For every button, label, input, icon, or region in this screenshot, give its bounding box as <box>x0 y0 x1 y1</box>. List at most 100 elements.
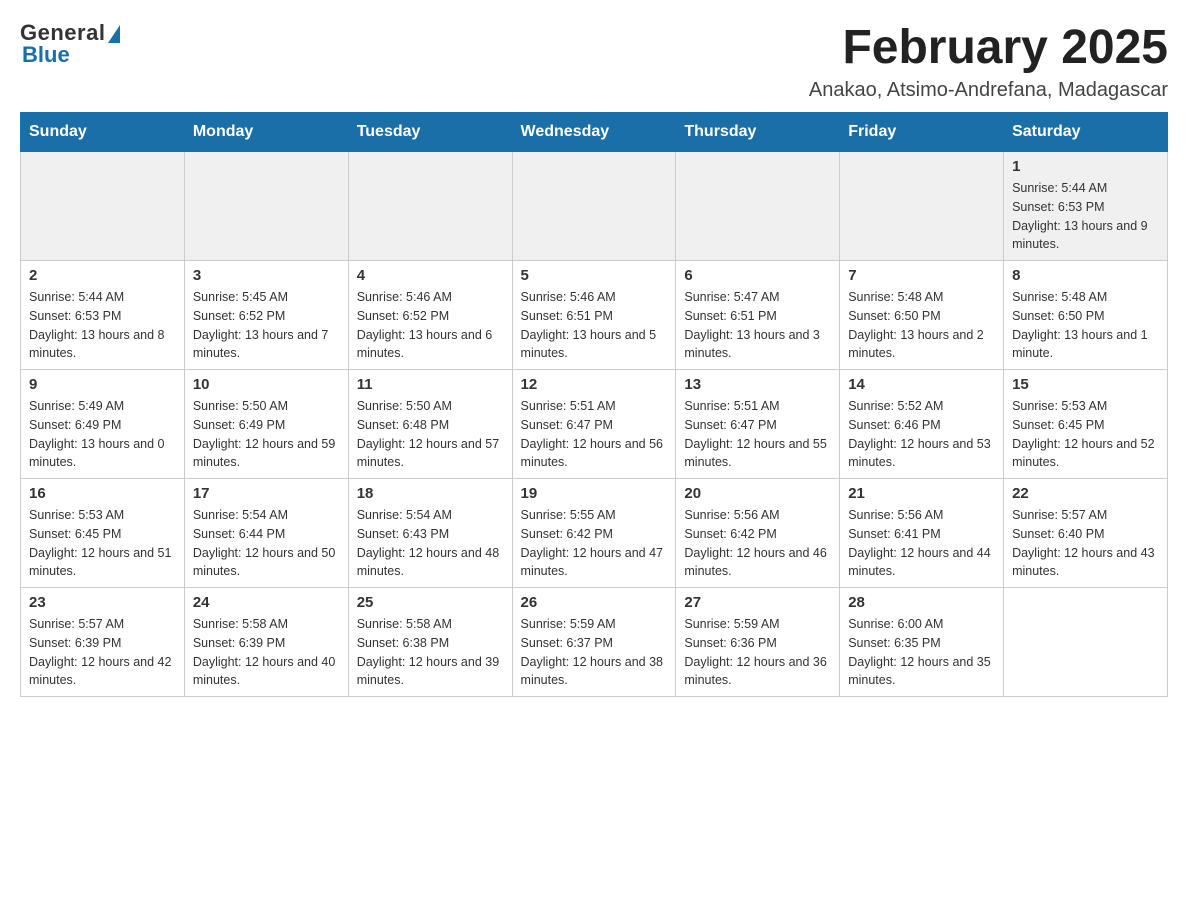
month-title: February 2025 <box>809 20 1168 75</box>
day-info: Sunrise: 5:54 AMSunset: 6:43 PMDaylight:… <box>357 506 504 581</box>
calendar-day-header: Tuesday <box>348 113 512 152</box>
calendar-cell: 18 Sunrise: 5:54 AMSunset: 6:43 PMDayligh… <box>348 479 512 588</box>
day-info: Sunrise: 5:50 AMSunset: 6:48 PMDaylight:… <box>357 397 504 472</box>
day-number: 5 <box>521 267 668 284</box>
day-info: Sunrise: 5:59 AMSunset: 6:37 PMDaylight:… <box>521 615 668 690</box>
calendar-cell: 10 Sunrise: 5:50 AMSunset: 6:49 PMDayligh… <box>184 370 348 479</box>
calendar-day-header: Monday <box>184 113 348 152</box>
calendar-day-header: Wednesday <box>512 113 676 152</box>
calendar-cell: 1 Sunrise: 5:44 AMSunset: 6:53 PMDaylight… <box>1004 152 1168 261</box>
day-number: 11 <box>357 376 504 393</box>
day-number: 8 <box>1012 267 1159 284</box>
calendar-cell: 19Sunrise: 5:55 AMSunset: 6:42 PMDayligh… <box>512 479 676 588</box>
day-info: Sunrise: 5:54 AMSunset: 6:44 PMDaylight:… <box>193 506 340 581</box>
day-number: 24 <box>193 594 340 611</box>
calendar-day-header: Thursday <box>676 113 840 152</box>
calendar-cell <box>512 152 676 261</box>
day-number: 9 <box>29 376 176 393</box>
day-info: Sunrise: 5:46 AMSunset: 6:51 PMDaylight:… <box>521 288 668 363</box>
calendar-week-row: 2 Sunrise: 5:44 AMSunset: 6:53 PMDaylight… <box>21 261 1168 370</box>
day-number: 17 <box>193 485 340 502</box>
day-number: 1 <box>1012 158 1159 175</box>
day-info: Sunrise: 5:51 AMSunset: 6:47 PMDaylight:… <box>521 397 668 472</box>
day-number: 3 <box>193 267 340 284</box>
day-number: 16 <box>29 485 176 502</box>
calendar-day-header: Sunday <box>21 113 185 152</box>
logo-triangle-icon <box>108 25 120 43</box>
calendar-cell: 15 Sunrise: 5:53 AMSunset: 6:45 PMDayligh… <box>1004 370 1168 479</box>
day-info: Sunrise: 5:57 AMSunset: 6:40 PMDaylight:… <box>1012 506 1159 581</box>
day-info: Sunrise: 5:53 AMSunset: 6:45 PMDaylight:… <box>1012 397 1159 472</box>
calendar-cell: 25Sunrise: 5:58 AMSunset: 6:38 PMDayligh… <box>348 588 512 697</box>
day-number: 14 <box>848 376 995 393</box>
calendar-cell: 12Sunrise: 5:51 AMSunset: 6:47 PMDayligh… <box>512 370 676 479</box>
day-info: Sunrise: 5:44 AMSunset: 6:53 PMDaylight:… <box>1012 179 1159 254</box>
day-number: 2 <box>29 267 176 284</box>
calendar-cell: 26 Sunrise: 5:59 AMSunset: 6:37 PMDayligh… <box>512 588 676 697</box>
calendar-day-header: Saturday <box>1004 113 1168 152</box>
day-info: Sunrise: 5:50 AMSunset: 6:49 PMDaylight:… <box>193 397 340 472</box>
calendar-cell <box>348 152 512 261</box>
calendar-cell: 27Sunrise: 5:59 AMSunset: 6:36 PMDayligh… <box>676 588 840 697</box>
calendar-cell <box>184 152 348 261</box>
calendar-cell: 24 Sunrise: 5:58 AMSunset: 6:39 PMDayligh… <box>184 588 348 697</box>
calendar-cell: 16 Sunrise: 5:53 AMSunset: 6:45 PMDayligh… <box>21 479 185 588</box>
day-info: Sunrise: 5:58 AMSunset: 6:39 PMDaylight:… <box>193 615 340 690</box>
day-number: 6 <box>684 267 831 284</box>
day-number: 28 <box>848 594 995 611</box>
day-info: Sunrise: 5:52 AMSunset: 6:46 PMDaylight:… <box>848 397 995 472</box>
day-info: Sunrise: 5:48 AMSunset: 6:50 PMDaylight:… <box>1012 288 1159 363</box>
calendar-cell: 22 Sunrise: 5:57 AMSunset: 6:40 PMDayligh… <box>1004 479 1168 588</box>
day-info: Sunrise: 5:56 AMSunset: 6:41 PMDaylight:… <box>848 506 995 581</box>
day-info: Sunrise: 5:49 AMSunset: 6:49 PMDaylight:… <box>29 397 176 472</box>
calendar-cell: 11 Sunrise: 5:50 AMSunset: 6:48 PMDayligh… <box>348 370 512 479</box>
day-number: 26 <box>521 594 668 611</box>
day-info: Sunrise: 5:45 AMSunset: 6:52 PMDaylight:… <box>193 288 340 363</box>
day-info: Sunrise: 5:55 AMSunset: 6:42 PMDaylight:… <box>521 506 668 581</box>
calendar-cell: 7 Sunrise: 5:48 AMSunset: 6:50 PMDaylight… <box>840 261 1004 370</box>
calendar-cell: 8 Sunrise: 5:48 AMSunset: 6:50 PMDaylight… <box>1004 261 1168 370</box>
day-info: Sunrise: 5:56 AMSunset: 6:42 PMDaylight:… <box>684 506 831 581</box>
calendar-week-row: 9 Sunrise: 5:49 AMSunset: 6:49 PMDaylight… <box>21 370 1168 479</box>
calendar-table: SundayMondayTuesdayWednesdayThursdayFrid… <box>20 112 1168 697</box>
day-info: Sunrise: 5:44 AMSunset: 6:53 PMDaylight:… <box>29 288 176 363</box>
day-info: Sunrise: 5:58 AMSunset: 6:38 PMDaylight:… <box>357 615 504 690</box>
calendar-cell: 2 Sunrise: 5:44 AMSunset: 6:53 PMDaylight… <box>21 261 185 370</box>
page-header: General Blue February 2025 Anakao, Atsim… <box>20 20 1168 102</box>
day-info: Sunrise: 5:47 AMSunset: 6:51 PMDaylight:… <box>684 288 831 363</box>
calendar-cell: 9 Sunrise: 5:49 AMSunset: 6:49 PMDaylight… <box>21 370 185 479</box>
calendar-week-row: 1 Sunrise: 5:44 AMSunset: 6:53 PMDaylight… <box>21 152 1168 261</box>
day-info: Sunrise: 5:46 AMSunset: 6:52 PMDaylight:… <box>357 288 504 363</box>
calendar-cell <box>676 152 840 261</box>
day-number: 7 <box>848 267 995 284</box>
calendar-cell: 21Sunrise: 5:56 AMSunset: 6:41 PMDayligh… <box>840 479 1004 588</box>
calendar-cell: 28 Sunrise: 6:00 AMSunset: 6:35 PMDayligh… <box>840 588 1004 697</box>
day-number: 13 <box>684 376 831 393</box>
calendar-cell <box>1004 588 1168 697</box>
day-number: 27 <box>684 594 831 611</box>
day-number: 20 <box>684 485 831 502</box>
day-info: Sunrise: 6:00 AMSunset: 6:35 PMDaylight:… <box>848 615 995 690</box>
calendar-header-row: SundayMondayTuesdayWednesdayThursdayFrid… <box>21 113 1168 152</box>
logo: General Blue <box>20 20 120 68</box>
title-area: February 2025 Anakao, Atsimo-Andrefana, … <box>809 20 1168 102</box>
calendar-cell: 13Sunrise: 5:51 AMSunset: 6:47 PMDayligh… <box>676 370 840 479</box>
calendar-cell <box>840 152 1004 261</box>
day-number: 22 <box>1012 485 1159 502</box>
day-number: 10 <box>193 376 340 393</box>
day-number: 18 <box>357 485 504 502</box>
calendar-week-row: 23 Sunrise: 5:57 AMSunset: 6:39 PMDayligh… <box>21 588 1168 697</box>
calendar-cell: 17 Sunrise: 5:54 AMSunset: 6:44 PMDayligh… <box>184 479 348 588</box>
day-info: Sunrise: 5:53 AMSunset: 6:45 PMDaylight:… <box>29 506 176 581</box>
day-number: 15 <box>1012 376 1159 393</box>
day-number: 4 <box>357 267 504 284</box>
day-number: 23 <box>29 594 176 611</box>
calendar-cell: 23 Sunrise: 5:57 AMSunset: 6:39 PMDayligh… <box>21 588 185 697</box>
day-info: Sunrise: 5:48 AMSunset: 6:50 PMDaylight:… <box>848 288 995 363</box>
calendar-cell: 14 Sunrise: 5:52 AMSunset: 6:46 PMDayligh… <box>840 370 1004 479</box>
calendar-cell <box>21 152 185 261</box>
calendar-cell: 5 Sunrise: 5:46 AMSunset: 6:51 PMDaylight… <box>512 261 676 370</box>
location-title: Anakao, Atsimo-Andrefana, Madagascar <box>809 79 1168 102</box>
day-info: Sunrise: 5:57 AMSunset: 6:39 PMDaylight:… <box>29 615 176 690</box>
calendar-day-header: Friday <box>840 113 1004 152</box>
